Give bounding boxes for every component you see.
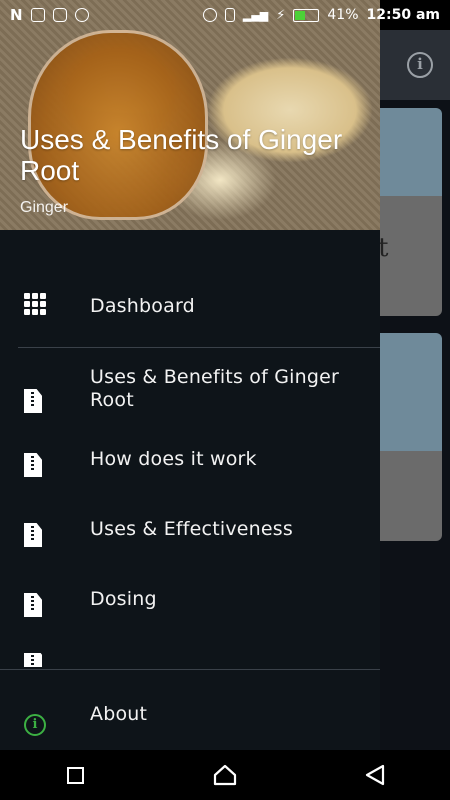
battery-icon <box>293 8 320 22</box>
grid-icon <box>24 293 48 315</box>
vibrate-icon <box>224 8 235 22</box>
info-icon <box>24 714 46 736</box>
image-icon <box>30 8 45 22</box>
menu-item-uses-benefits[interactable]: Uses & Benefits of Ginger Root <box>0 364 380 416</box>
back-icon <box>365 764 385 786</box>
navigation-bar <box>0 750 450 800</box>
navigation-drawer: Uses & Benefits of Ginger Root Ginger Da… <box>0 0 380 750</box>
zip-file-icon <box>24 523 42 547</box>
menu-item-label: About <box>90 703 148 725</box>
sync-icon <box>74 8 89 22</box>
home-icon <box>213 764 237 786</box>
back-button[interactable] <box>350 755 400 795</box>
menu-item-uses-effectiveness[interactable]: Uses & Effectiveness <box>0 510 380 550</box>
charging-icon: ⚡ <box>276 7 286 23</box>
header-title: Uses & Benefits of Ginger Root <box>20 124 343 186</box>
instagram-icon <box>52 8 67 22</box>
drawer-header: Uses & Benefits of Ginger Root Ginger <box>0 0 380 230</box>
menu-item-partial[interactable] <box>0 653 380 667</box>
status-bar: N ▂▄▆ ⚡ 41% 12:50 am <box>0 0 450 30</box>
zip-file-icon <box>24 389 42 413</box>
menu-item-about[interactable]: About <box>0 692 380 736</box>
hotspot-icon <box>202 8 217 22</box>
n-icon: N <box>10 6 23 24</box>
menu-divider <box>18 347 380 348</box>
zip-file-icon <box>24 653 42 667</box>
menu-item-label: Dashboard <box>90 295 195 317</box>
menu-divider <box>0 669 380 670</box>
menu-item-dashboard[interactable]: Dashboard <box>0 283 380 329</box>
menu-item-label: Uses & Benefits of Ginger Root <box>90 366 340 411</box>
menu-item-label: Uses & Effectiveness <box>90 518 293 540</box>
zip-file-icon <box>24 593 42 617</box>
battery-percent: 41% <box>327 7 359 23</box>
recents-button[interactable] <box>50 755 100 795</box>
menu-item-dosing[interactable]: Dosing <box>0 580 380 620</box>
header-subtitle: Ginger <box>20 199 69 216</box>
menu-item-label: How does it work <box>90 448 257 470</box>
clock: 12:50 am <box>366 7 440 23</box>
zip-file-icon <box>24 453 42 477</box>
home-button[interactable] <box>200 755 250 795</box>
signal-icon: ▂▄▆ <box>242 8 269 22</box>
recents-icon <box>66 766 84 784</box>
menu-item-label: Dosing <box>90 588 157 610</box>
info-icon[interactable] <box>407 52 433 78</box>
menu-item-how-it-works[interactable]: How does it work <box>0 440 380 480</box>
